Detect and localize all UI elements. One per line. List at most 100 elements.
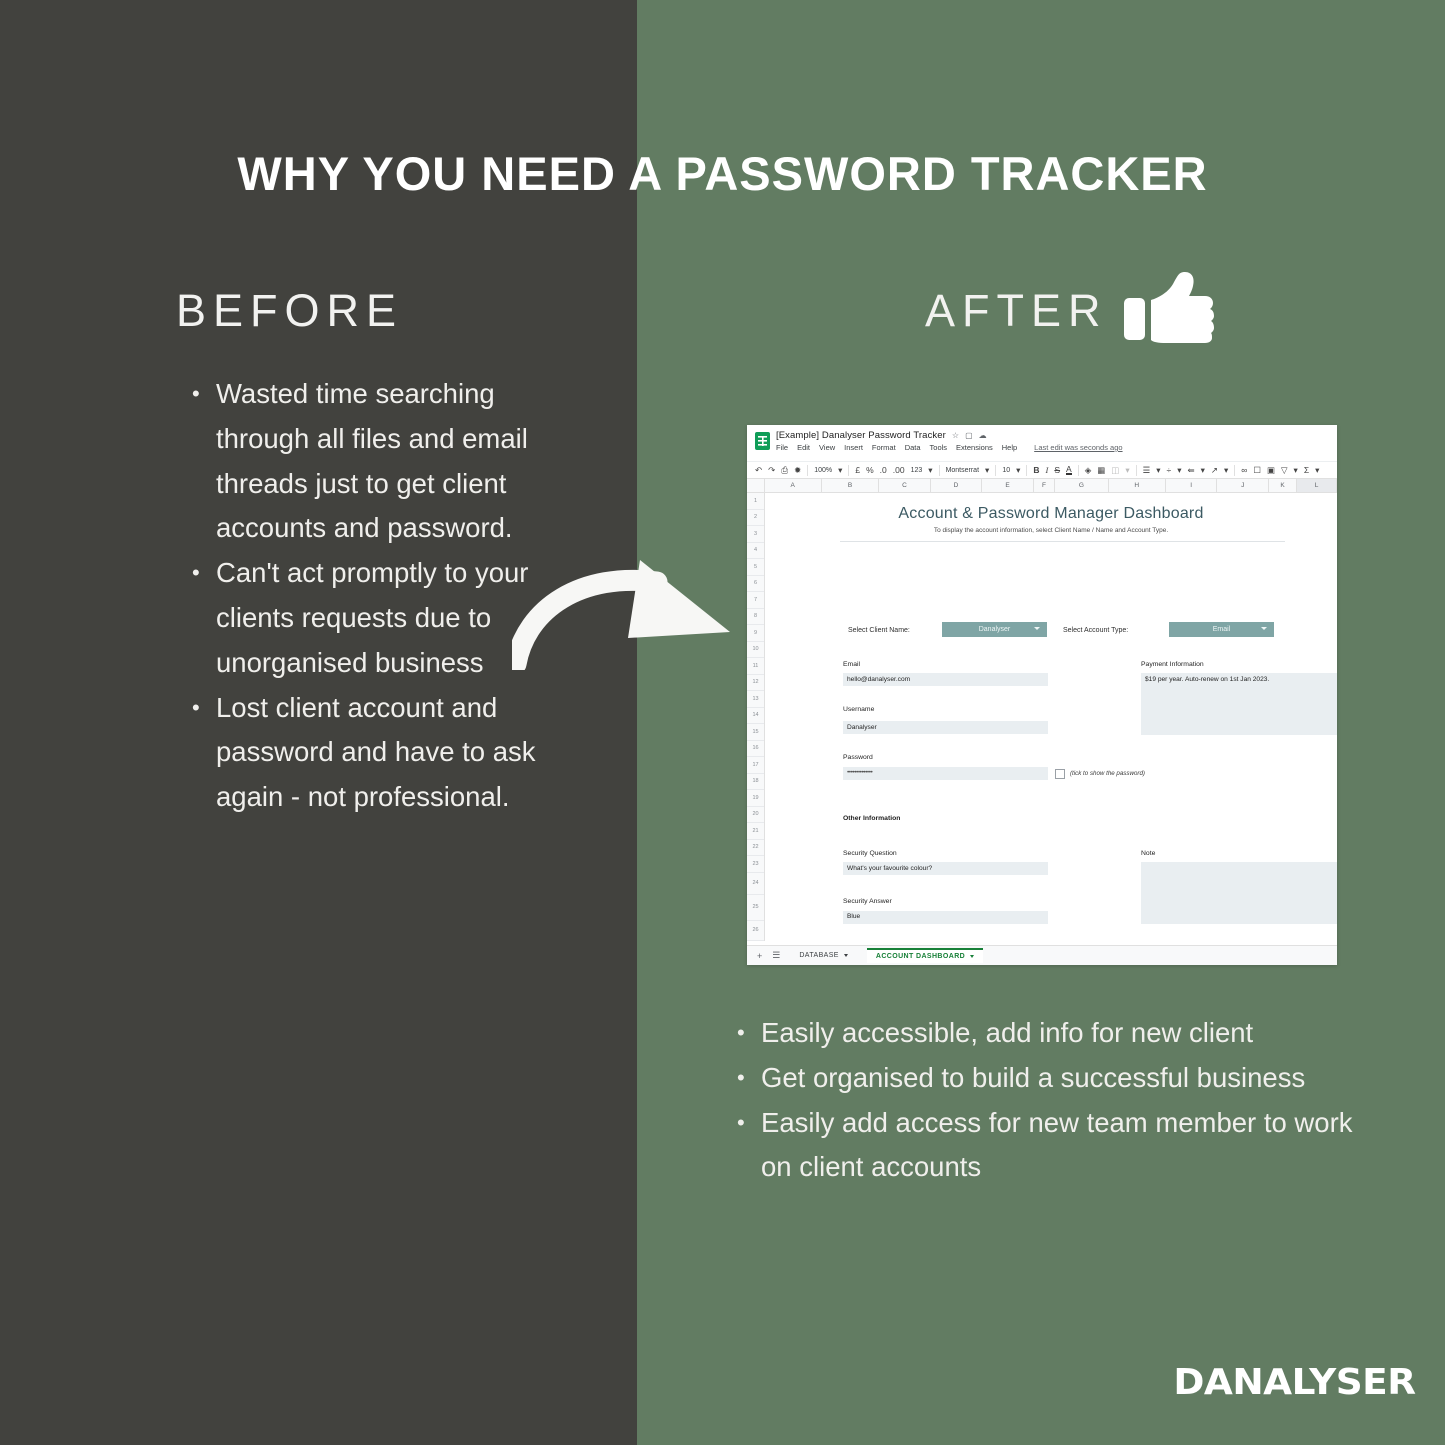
row-header-24[interactable]: 24 <box>747 873 764 895</box>
row-header-26[interactable]: 26 <box>747 921 764 941</box>
decrease-decimal-icon[interactable]: .0 <box>880 466 887 475</box>
column-header-k[interactable]: K <box>1269 479 1298 492</box>
percent-icon[interactable]: % <box>866 466 874 475</box>
row-header-22[interactable]: 22 <box>747 840 764 856</box>
column-header-c[interactable]: C <box>879 479 931 492</box>
spreadsheet-window[interactable]: [Example] Danalyser Password Tracker ☆ ▢… <box>747 425 1337 965</box>
row-header-12[interactable]: 12 <box>747 675 764 691</box>
row-header-6[interactable]: 6 <box>747 576 764 592</box>
vertical-align-icon[interactable]: ÷ <box>1167 466 1172 475</box>
row-header-25[interactable]: 25 <box>747 895 764 921</box>
merge-cells-icon[interactable]: ◫ <box>1111 466 1119 475</box>
row-header-8[interactable]: 8 <box>747 609 764 625</box>
menu-data[interactable]: Data <box>905 443 921 452</box>
row-header-4[interactable]: 4 <box>747 543 764 559</box>
filter-icon[interactable]: ▽ <box>1281 466 1288 475</box>
column-header-j[interactable]: J <box>1217 479 1269 492</box>
column-header-h[interactable]: H <box>1109 479 1166 492</box>
column-header-d[interactable]: D <box>931 479 983 492</box>
bold-icon[interactable]: B <box>1033 466 1039 475</box>
add-sheet-icon[interactable]: + <box>757 951 762 961</box>
chevron-down-icon[interactable] <box>970 955 975 958</box>
menu-help[interactable]: Help <box>1002 443 1017 452</box>
row-header-21[interactable]: 21 <box>747 823 764 840</box>
number-format-icon[interactable]: 123 <box>911 467 923 474</box>
text-wrap-icon[interactable]: ⇚ <box>1187 466 1194 475</box>
insert-image-icon[interactable]: ▣ <box>1267 466 1275 475</box>
zoom-level[interactable]: 100% <box>814 467 832 474</box>
row-header-20[interactable]: 20 <box>747 807 764 823</box>
sheet-canvas[interactable]: Account & Password Manager Dashboard To … <box>765 493 1337 956</box>
increase-decimal-icon[interactable]: .00 <box>893 466 905 475</box>
toolbar[interactable]: ↶ ↷ ⎙ ✹ 100% ▾ £ % .0 .00 123 ▾ Montserr… <box>747 461 1337 479</box>
chevron-down-icon[interactable]: ▾ <box>985 466 989 475</box>
row-header-18[interactable]: 18 <box>747 774 764 790</box>
row-header-gutter[interactable]: 1 2 3 4 5 6 7 8 9 10 11 12 13 14 15 16 17 18 19 20 21 22 23 24 2… <box>747 493 765 941</box>
column-header-a[interactable]: A <box>765 479 822 492</box>
chevron-down-icon[interactable]: ▾ <box>928 466 932 475</box>
chevron-down-icon[interactable]: ▾ <box>1156 466 1160 475</box>
menu-extensions[interactable]: Extensions <box>956 443 993 452</box>
column-header-b[interactable]: B <box>822 479 880 492</box>
chevron-down-icon[interactable]: ▾ <box>1125 466 1129 475</box>
select-account-type-dropdown[interactable]: Email <box>1169 622 1274 637</box>
chevron-down-icon[interactable]: ▾ <box>1016 466 1020 475</box>
menu-tools[interactable]: Tools <box>930 443 948 452</box>
undo-icon[interactable]: ↶ <box>755 466 762 475</box>
column-header-f[interactable]: F <box>1034 479 1056 492</box>
menu-file[interactable]: File <box>776 443 788 452</box>
menu-view[interactable]: View <box>819 443 835 452</box>
show-password-checkbox[interactable] <box>1055 769 1065 779</box>
chevron-down-icon[interactable]: ▾ <box>1177 466 1181 475</box>
redo-icon[interactable]: ↷ <box>768 466 775 475</box>
print-icon[interactable]: ⎙ <box>781 466 788 475</box>
move-to-folder-icon[interactable]: ▢ <box>965 431 973 440</box>
menu-bar[interactable]: File Edit View Insert Format Data Tools … <box>776 443 1123 452</box>
security-answer-field[interactable] <box>843 911 1048 924</box>
row-header-15[interactable]: 15 <box>747 724 764 741</box>
document-title[interactable]: [Example] Danalyser Password Tracker <box>776 430 946 441</box>
column-header-l[interactable]: L <box>1297 479 1337 492</box>
insert-comment-icon[interactable]: ☐ <box>1253 466 1261 475</box>
grid-area[interactable]: 1 2 3 4 5 6 7 8 9 10 11 12 13 14 15 16 17 18 19 20 21 22 23 24 2… <box>747 493 1337 956</box>
horizontal-align-icon[interactable]: ☰ <box>1143 466 1151 475</box>
row-header-13[interactable]: 13 <box>747 691 764 708</box>
row-header-9[interactable]: 9 <box>747 625 764 642</box>
italic-icon[interactable]: I <box>1046 466 1049 475</box>
select-all-corner[interactable] <box>747 479 765 492</box>
font-size-selector[interactable]: 10 <box>1002 467 1010 474</box>
currency-icon[interactable]: £ <box>855 466 860 475</box>
all-sheets-icon[interactable]: ☰ <box>772 950 780 961</box>
note-field[interactable] <box>1141 862 1337 924</box>
row-header-10[interactable]: 10 <box>747 642 764 658</box>
column-header-g[interactable]: G <box>1055 479 1109 492</box>
paint-format-icon[interactable]: ✹ <box>794 466 801 475</box>
row-header-1[interactable]: 1 <box>747 493 764 510</box>
fill-color-icon[interactable]: ◈ <box>1085 466 1092 475</box>
star-icon[interactable]: ☆ <box>952 431 959 440</box>
cloud-status-icon[interactable]: ☁ <box>979 431 987 440</box>
text-rotation-icon[interactable]: ↗ <box>1211 466 1218 475</box>
menu-format[interactable]: Format <box>872 443 896 452</box>
chevron-down-icon[interactable]: ▾ <box>1315 466 1319 475</box>
select-client-dropdown[interactable]: Danalyser <box>942 622 1047 637</box>
row-header-11[interactable]: 11 <box>747 658 764 675</box>
text-color-icon[interactable]: A <box>1066 465 1072 476</box>
menu-insert[interactable]: Insert <box>844 443 863 452</box>
strikethrough-icon[interactable]: S <box>1054 466 1060 475</box>
chevron-down-icon[interactable] <box>843 954 848 957</box>
row-header-23[interactable]: 23 <box>747 856 764 873</box>
column-header-e[interactable]: E <box>982 479 1034 492</box>
row-header-2[interactable]: 2 <box>747 510 764 526</box>
password-field[interactable] <box>843 767 1048 780</box>
font-family-selector[interactable]: Montserrat <box>946 467 979 474</box>
functions-icon[interactable]: Σ <box>1304 466 1309 475</box>
row-header-7[interactable]: 7 <box>747 592 764 609</box>
last-edit-status[interactable]: Last edit was seconds ago <box>1034 443 1122 452</box>
chevron-down-icon[interactable]: ▾ <box>1201 466 1205 475</box>
row-header-5[interactable]: 5 <box>747 559 764 576</box>
borders-icon[interactable]: ▦ <box>1097 466 1105 475</box>
sheet-tab-bar[interactable]: + ☰ DATABASE ACCOUNT DASHBOARD <box>747 945 1337 965</box>
row-header-17[interactable]: 17 <box>747 757 764 774</box>
insert-link-icon[interactable]: ∞ <box>1241 466 1247 475</box>
